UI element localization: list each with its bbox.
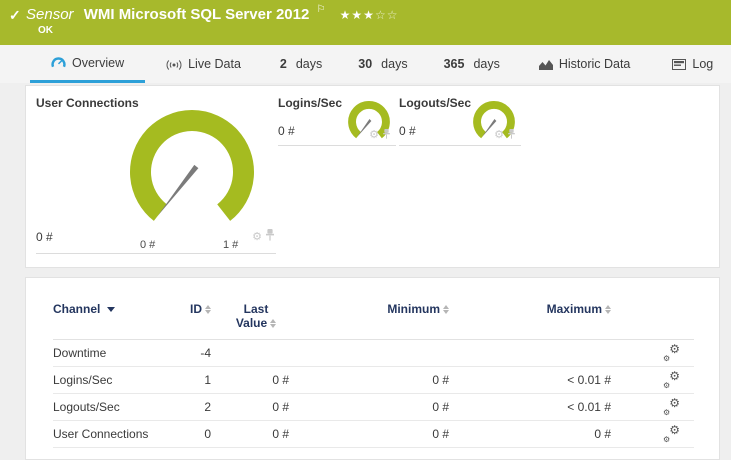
channels-panel: Channel ID Last Value Minimum Maximum Dow… [25,277,720,460]
channel-last-value: 0 # [272,373,289,387]
gauge-logins-sec: Logins/Sec 0 # ⚙ [278,94,396,146]
table-header-row: Channel ID Last Value Minimum Maximum [53,300,694,340]
tab-2-days-label: days [295,57,323,71]
channel-maximum: < 0.01 # [567,400,611,414]
tab-live-data-label: Live Data [188,57,241,71]
gauge-logouts-sec: Logouts/Sec 0 # ⚙ [399,94,521,146]
tab-bar: Overview Live Data 2 days 30 days 365 da… [0,45,731,83]
channel-name[interactable]: Logouts/Sec [53,400,183,414]
channel-name[interactable]: User Connections [53,427,183,441]
tab-historic-data[interactable]: Historic Data [518,45,652,83]
channel-minimum: 0 # [432,400,449,414]
tab-365-days-number: 365 [443,57,465,71]
table-row: Logouts/Sec 2 0 # 0 # < 0.01 # ⚙ ⚙ [53,394,694,421]
tab-30-days-number: 30 [358,57,373,71]
stars-empty[interactable]: ☆☆ [375,8,399,22]
tab-overview[interactable]: Overview [30,45,146,83]
log-icon [672,58,687,70]
column-header-id[interactable]: ID [183,302,211,316]
divider [36,253,276,254]
channel-id: 1 [204,373,211,387]
channel-last-value: 0 # [272,400,289,414]
tab-30-days[interactable]: 30 days [340,45,425,83]
table-row: User Connections 0 0 # 0 # 0 # ⚙ ⚙ [53,421,694,448]
channel-minimum: 0 # [432,373,449,387]
channel-maximum: 0 # [594,427,611,441]
channel-maximum: < 0.01 # [567,373,611,387]
channel-last-value: 0 # [272,427,289,441]
broadcast-icon [166,58,182,70]
channel-settings-gears-icon[interactable]: ⚙ ⚙ [663,342,680,363]
sensor-overview-page: ✓ Sensor WMI Microsoft SQL Server 2012 ⚐… [0,0,731,460]
tab-overview-label: Overview [72,55,125,70]
tab-365-days-label: days [473,57,500,71]
table-row: Downtime -4 ⚙ ⚙ [53,340,694,367]
channel-minimum: 0 # [432,427,449,441]
gauge-title: Logins/Sec [278,96,343,110]
tab-historic-data-label: Historic Data [558,57,631,71]
gauge-dial [130,110,254,221]
tab-log-label: Log [692,57,714,71]
priority-flag-icon[interactable]: ⚐ [317,4,326,15]
channel-id: 0 [204,427,211,441]
channel-name[interactable]: Logins/Sec [53,373,183,387]
stars-filled[interactable]: ★★★ [340,8,375,22]
tab-log[interactable]: Log [651,45,731,83]
divider [399,145,521,146]
column-header-minimum[interactable]: Minimum [301,302,449,316]
column-header-channel[interactable]: Channel [53,302,183,316]
sort-caret-icon [107,306,116,312]
tab-365-days[interactable]: 365 days [426,45,518,83]
sort-icon [205,304,211,314]
gauge-icon [51,56,66,69]
favorite-rating[interactable]: ★★★☆☆ [340,8,399,22]
sensor-title: WMI Microsoft SQL Server 2012 [83,6,310,23]
channel-name[interactable]: Downtime [53,346,183,360]
column-header-last-value[interactable]: Last Value [223,302,289,330]
divider [278,145,396,146]
pin-icon[interactable] [383,126,390,144]
gauge-user-connections: User Connections 0 # 1 # 0 # ⚙ [36,94,276,254]
gauge-scale-min: 0 # [140,239,156,251]
gear-icon[interactable]: ⚙ [494,130,504,141]
sort-icon [605,304,611,314]
gauge-title: Logouts/Sec [399,96,472,110]
pin-icon[interactable] [266,228,274,246]
channel-settings-gears-icon[interactable]: ⚙ ⚙ [663,369,680,390]
gear-icon[interactable]: ⚙ [369,130,379,141]
gauges-panel: User Connections 0 # 1 # 0 # ⚙ Logins/Se… [25,85,720,268]
sensor-status-badge: OK [38,25,53,36]
channel-settings-gears-icon[interactable]: ⚙ ⚙ [663,396,680,417]
gear-icon[interactable]: ⚙ [252,232,262,243]
gauge-current-value: 0 # [399,124,416,138]
tab-30-days-label: days [381,57,408,71]
ok-check-icon: ✓ [9,7,21,23]
tab-2-days-number: 2 [279,57,287,71]
pin-icon[interactable] [508,126,515,144]
table-row: Logins/Sec 1 0 # 0 # < 0.01 # ⚙ ⚙ [53,367,694,394]
sort-icon [270,318,277,328]
gauge-scale-max: 1 # [223,239,239,251]
sensor-kind-label: Sensor [26,6,74,23]
tab-2-days[interactable]: 2 days [262,45,340,83]
channel-id: -4 [200,346,211,360]
channel-settings-gears-icon[interactable]: ⚙ ⚙ [663,423,680,444]
gauge-current-value: 0 # [278,124,295,138]
channel-id: 2 [204,400,211,414]
column-header-maximum[interactable]: Maximum [461,302,611,316]
channels-table: Channel ID Last Value Minimum Maximum Dow… [53,300,694,448]
tab-live-data[interactable]: Live Data [145,45,262,83]
sensor-status-header: ✓ Sensor WMI Microsoft SQL Server 2012 ⚐… [0,0,731,45]
sort-icon [443,304,449,314]
area-chart-icon [538,59,553,70]
gauge-current-value: 0 # [36,230,53,244]
